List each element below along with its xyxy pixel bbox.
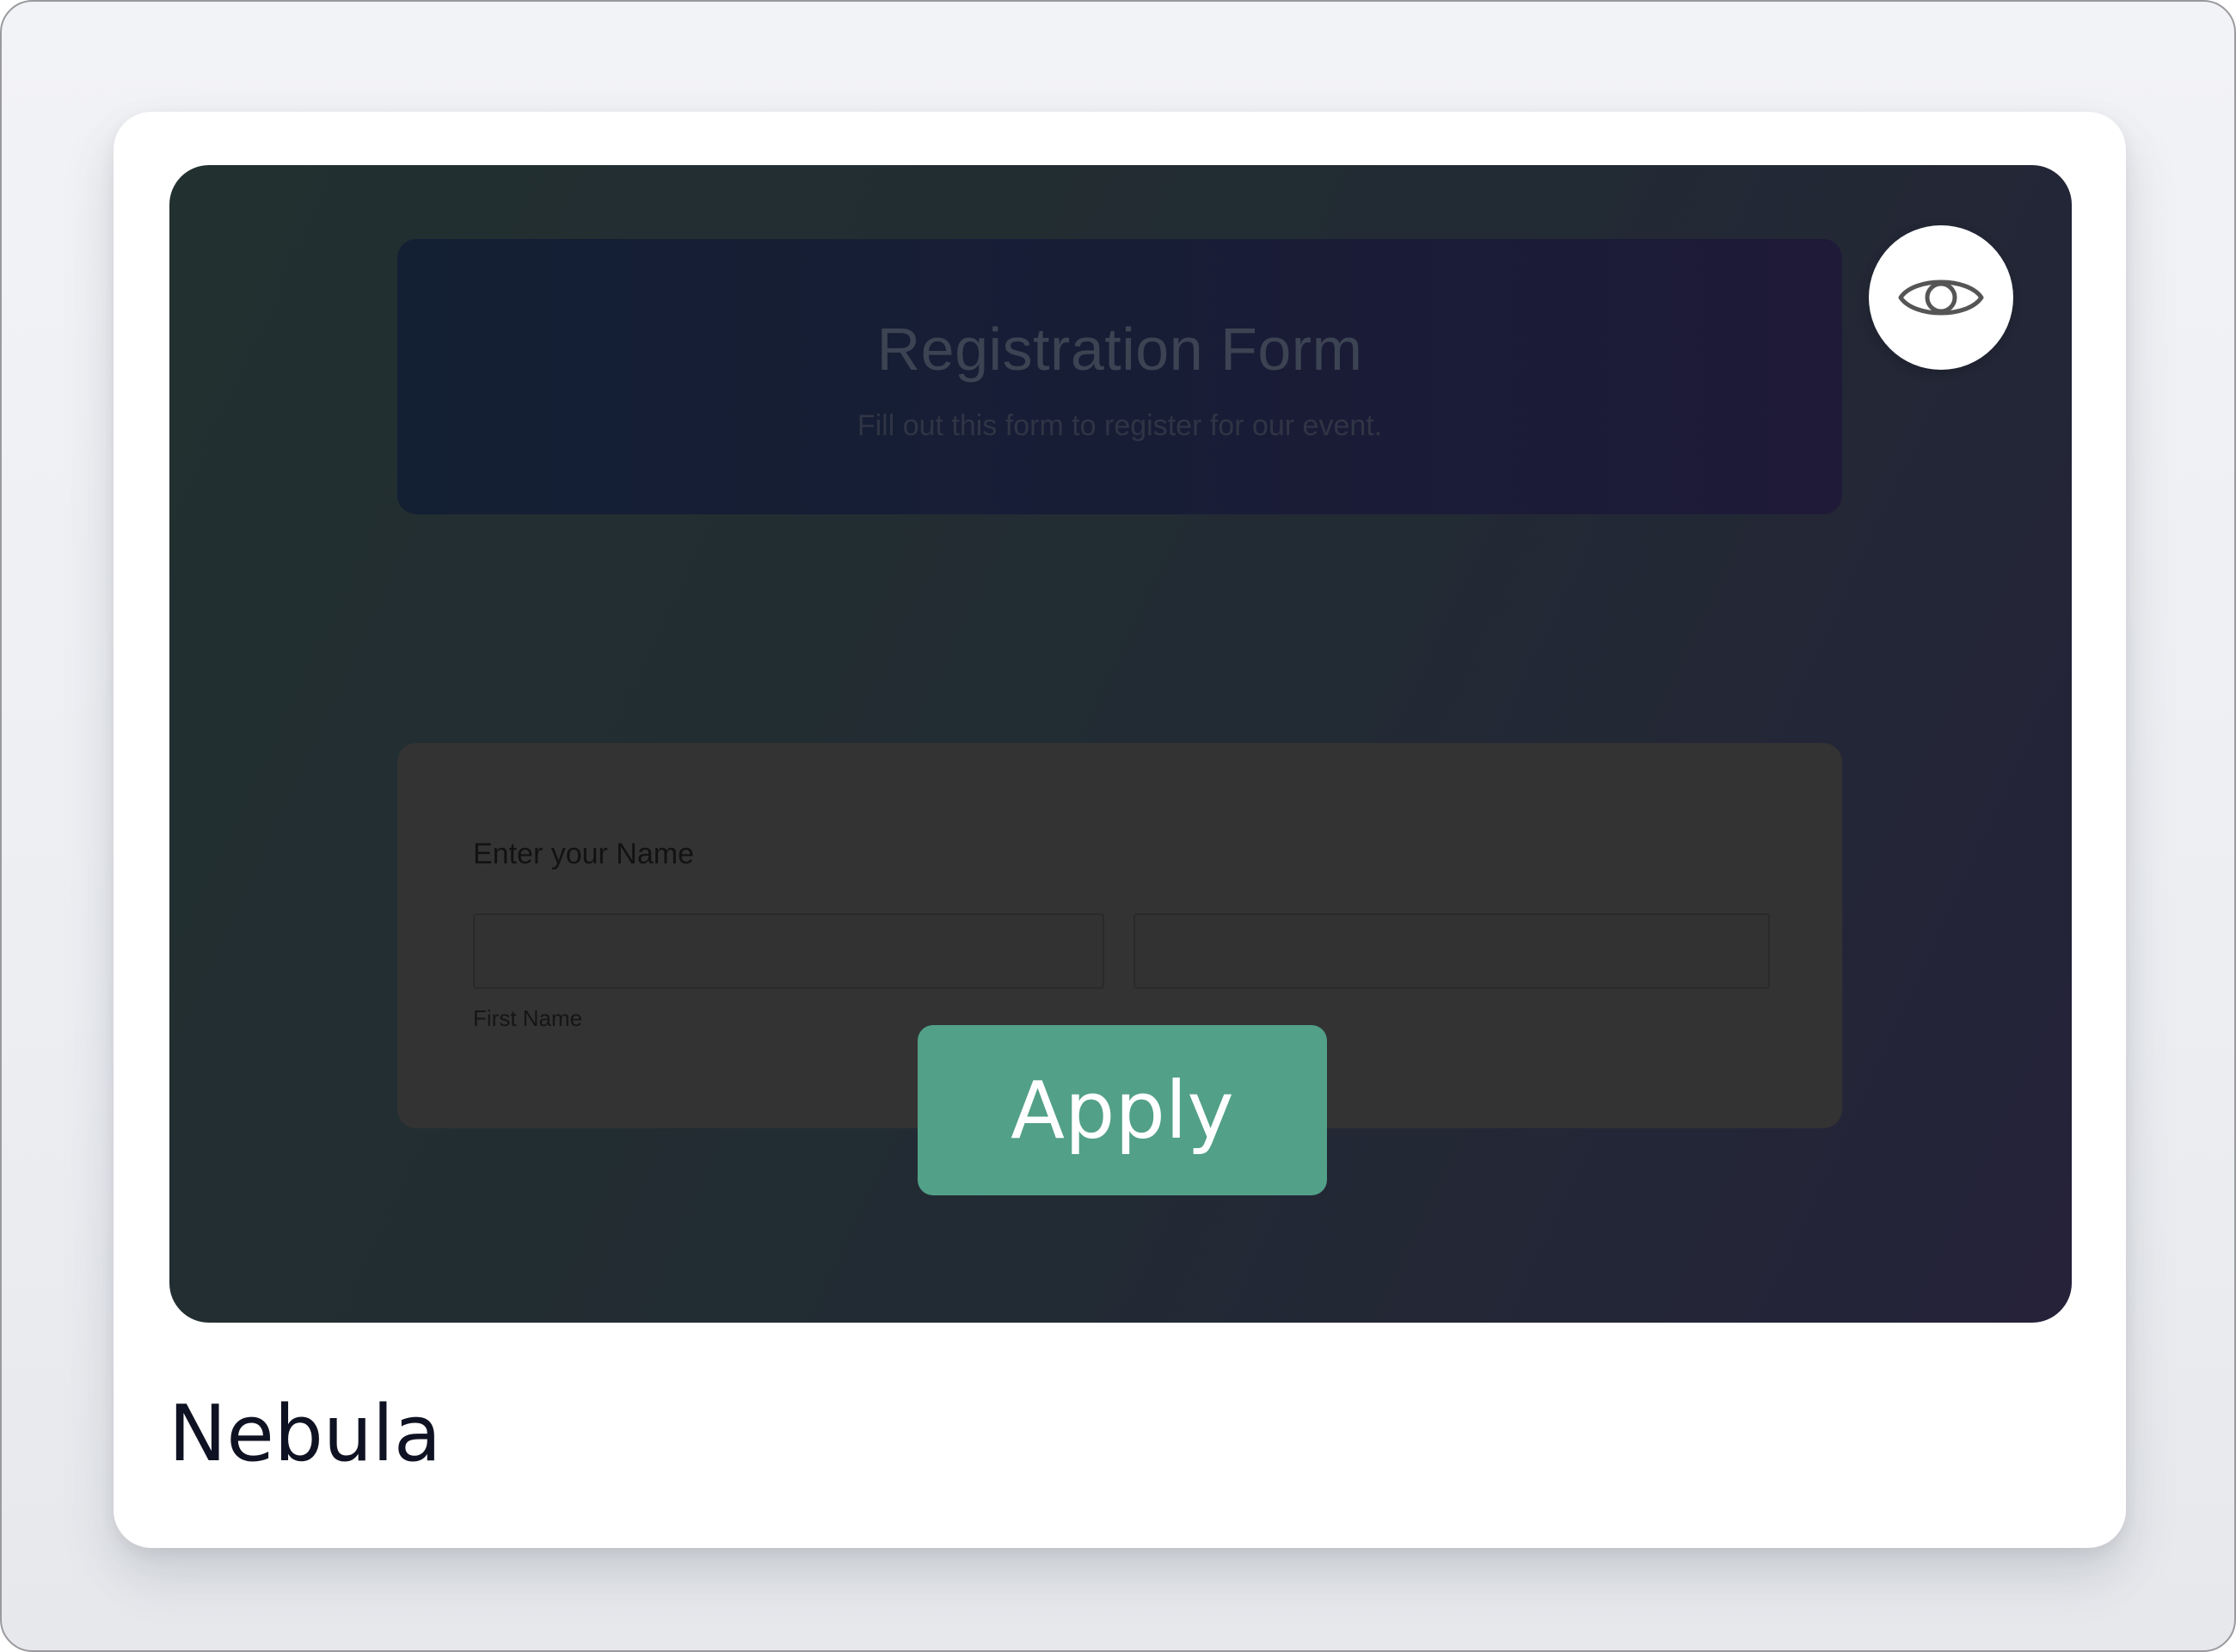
first-name-sublabel: First Name — [473, 1005, 583, 1031]
template-name: Nebula — [169, 1389, 442, 1479]
template-card[interactable]: Registration Form Fill out this form to … — [114, 112, 2126, 1548]
template-preview: Registration Form Fill out this form to … — [169, 165, 2072, 1323]
form-subtitle: Fill out this form to register for our e… — [857, 409, 1383, 442]
first-name-input — [473, 913, 1104, 989]
form-header-banner: Registration Form Fill out this form to … — [397, 239, 1842, 514]
last-name-input — [1133, 913, 1770, 989]
apply-button[interactable]: Apply — [918, 1025, 1327, 1195]
name-field-label: Enter your Name — [473, 838, 694, 870]
form-title: Registration Form — [876, 316, 1363, 383]
page-frame: Registration Form Fill out this form to … — [0, 0, 2236, 1652]
eye-icon — [1898, 279, 1984, 316]
preview-button[interactable] — [1869, 225, 2013, 370]
